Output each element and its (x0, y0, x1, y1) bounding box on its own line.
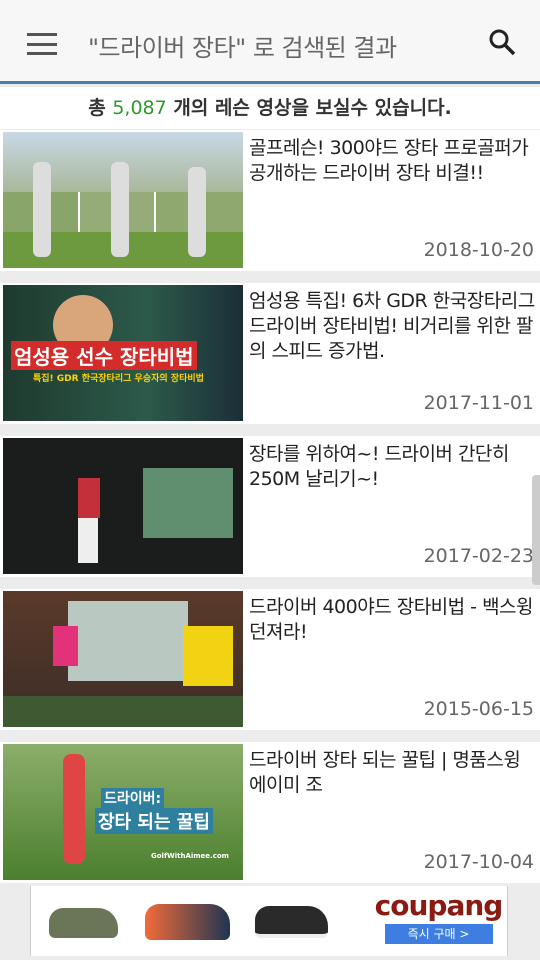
search-icon[interactable] (488, 28, 516, 56)
thumbnail-caption: 엄성용 선수 장타비법 (11, 341, 197, 370)
ad-product-shoe-orange[interactable] (139, 890, 236, 954)
video-thumbnail[interactable] (3, 132, 243, 268)
video-thumbnail[interactable] (3, 438, 243, 574)
ad-product-shoe-green[interactable] (35, 890, 132, 954)
video-thumbnail[interactable]: 엄성용 선수 장타비법 특집! GDR 한국장타리그 우승자의 장타비법 (3, 285, 243, 421)
video-title[interactable]: 골프레슨! 300야드 장타 프로골퍼가 공개하는 드라이버 장타 비결!! (249, 136, 537, 186)
video-item[interactable]: 엄성용 선수 장타비법 특집! GDR 한국장타리그 우승자의 장타비법 엄성용… (0, 283, 540, 424)
page-title: "드라이버 장타" 로 검색된 결과 (88, 34, 397, 62)
video-date: 2018-10-20 (423, 239, 534, 261)
thumbnail-caption-2: 장타 되는 꿀팁 (95, 808, 213, 834)
video-item[interactable]: 골프레슨! 300야드 장타 프로골퍼가 공개하는 드라이버 장타 비결!! 2… (0, 130, 540, 271)
count-number: 5,087 (112, 97, 167, 119)
video-title[interactable]: 장타를 위하여~! 드라이버 간단히 250M 날리기~! (249, 442, 537, 492)
count-prefix: 총 (88, 97, 113, 119)
video-date: 2017-02-23 (423, 545, 534, 567)
video-thumbnail[interactable] (3, 591, 243, 727)
video-item[interactable]: 장타를 위하여~! 드라이버 간단히 250M 날리기~! 2017-02-23 (0, 436, 540, 577)
video-date: 2015-06-15 (423, 698, 534, 720)
video-thumbnail[interactable]: 드라이버: 장타 되는 꿀팁 GolfWithAimee.com (3, 744, 243, 880)
video-title[interactable]: 엄성용 특집! 6차 GDR 한국장타리그 드라이버 장타비법! 비거리를 위한… (249, 289, 537, 364)
buy-now-button[interactable]: 즉시 구매 > (384, 924, 493, 944)
video-title[interactable]: 드라이버 400야드 장타비법 - 백스윙 던져라! (249, 595, 537, 645)
video-date: 2017-11-01 (423, 392, 534, 414)
video-item[interactable]: 드라이버 400야드 장타비법 - 백스윙 던져라! 2015-06-15 (0, 589, 540, 730)
video-date: 2017-10-04 (423, 851, 534, 873)
thumbnail-caption: 드라이버: (101, 788, 165, 808)
video-item[interactable]: 드라이버: 장타 되는 꿀팁 GolfWithAimee.com 드라이버 장타… (0, 742, 540, 883)
ad-product-shoe-black[interactable] (243, 890, 340, 954)
thumbnail-subcaption: 특집! GDR 한국장타리그 우승자의 장타비법 (33, 374, 204, 384)
coupang-logo[interactable]: coupang 즉시 구매 > (371, 888, 506, 954)
ad-banner[interactable]: coupang 즉시 구매 > (30, 886, 508, 956)
scrollbar[interactable] (532, 475, 540, 585)
hamburger-icon[interactable] (27, 33, 57, 55)
result-count: 총 5,087 개의 레슨 영상을 보실수 있습니다. (0, 87, 540, 129)
ad-brand: coupang (374, 889, 504, 922)
count-suffix: 개의 레슨 영상을 보실수 있습니다. (166, 97, 452, 119)
app-header: "드라이버 장타" 로 검색된 결과 (0, 0, 540, 84)
thumbnail-watermark: GolfWithAimee.com (151, 852, 229, 860)
video-title[interactable]: 드라이버 장타 되는 꿀팁 | 명품스윙 에이미 조 (249, 748, 537, 798)
